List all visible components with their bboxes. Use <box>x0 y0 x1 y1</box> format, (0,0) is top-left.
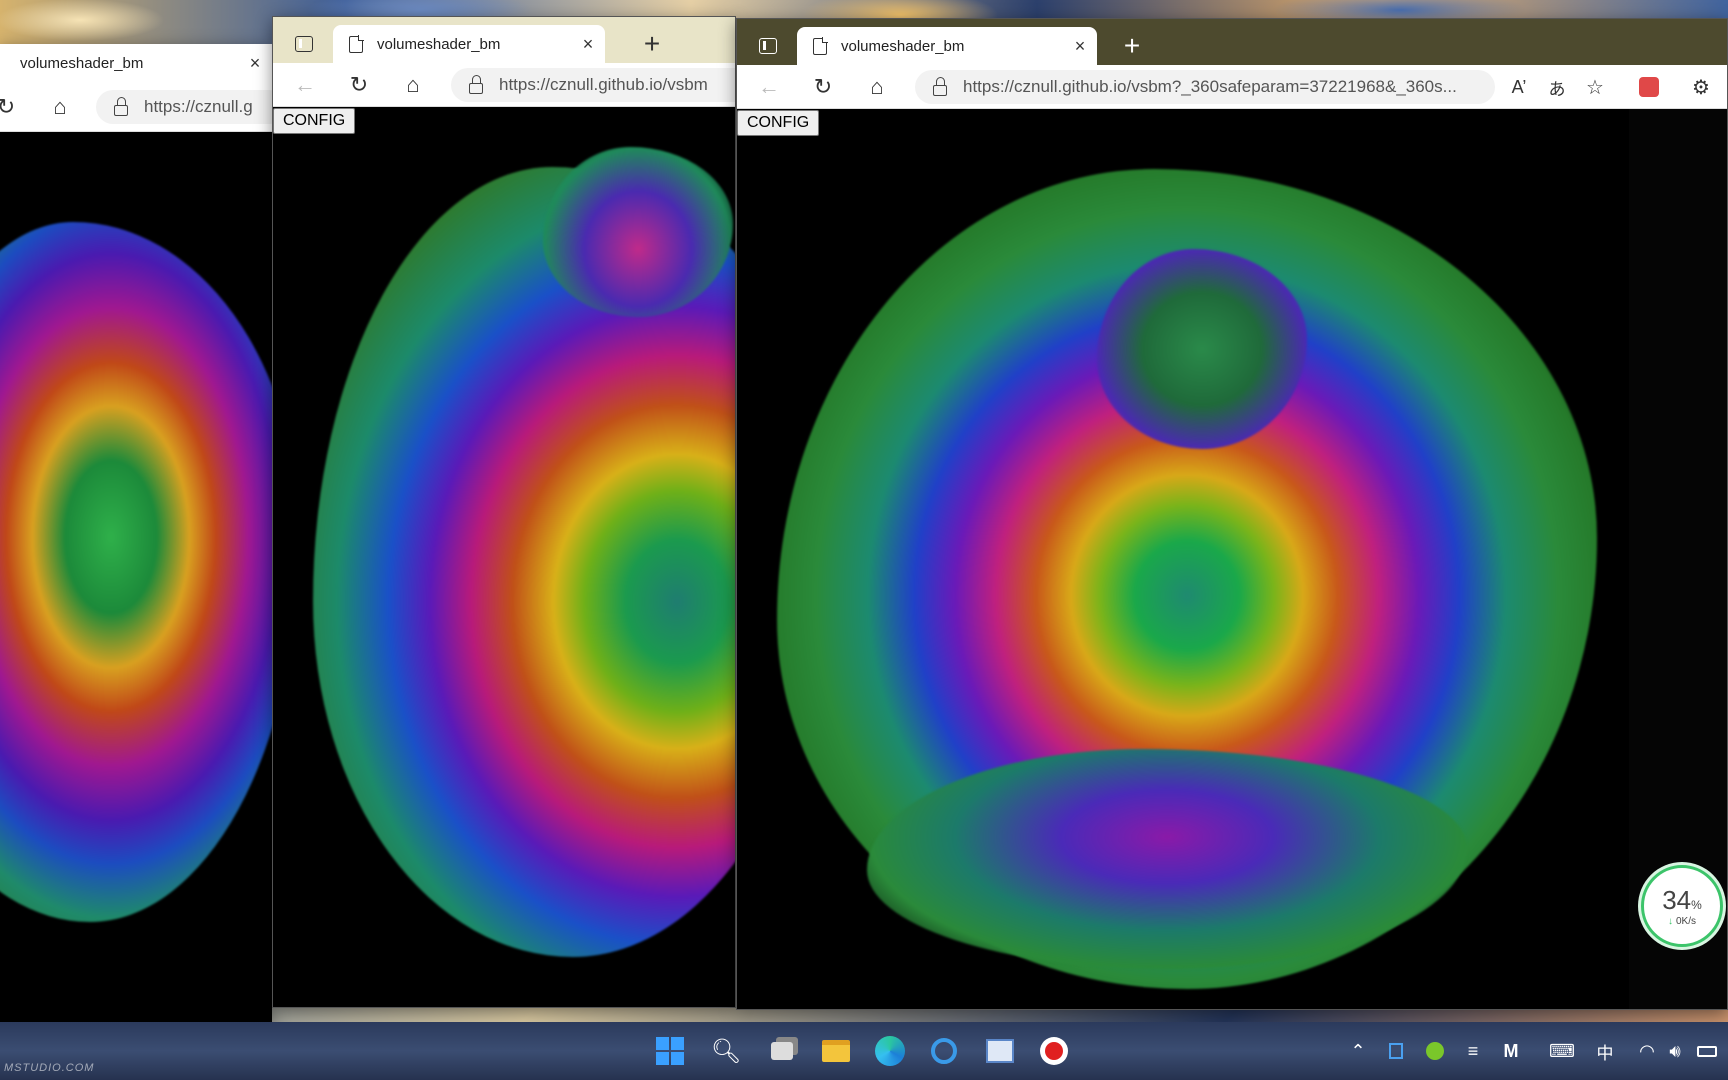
tab-title: volumeshader_bm <box>20 54 144 72</box>
refresh-icon[interactable]: ↻ <box>807 72 839 102</box>
address-text: https://cznull.g <box>144 97 253 116</box>
tray-gmail-icon[interactable]: M <box>1500 1039 1522 1063</box>
search-icon[interactable]: 🔍︎ <box>708 1033 744 1069</box>
address-text: https://cznull.github.io/vsbm <box>499 75 708 94</box>
extension-red-badge <box>1639 77 1659 97</box>
net-speed-row: ↓ 0K/s <box>1668 916 1696 927</box>
add-favorite-icon[interactable]: ☆ <box>1579 72 1611 102</box>
lock-icon <box>933 76 947 96</box>
webg-canvas-area: CONFIG 34 % ↓ 0K/s <box>737 109 1727 1009</box>
tray-green-glyph <box>1426 1042 1444 1060</box>
config-button[interactable]: CONFIG <box>273 108 356 134</box>
app-icon-search-blue[interactable] <box>926 1033 962 1069</box>
page-icon <box>349 34 364 53</box>
fractal-render <box>0 222 272 922</box>
tab-actions-icon <box>295 36 313 52</box>
network-monitor-widget[interactable]: 34 % ↓ 0K/s <box>1641 865 1723 947</box>
net-percent-row: 34 % <box>1662 885 1702 916</box>
tab-actions-button[interactable] <box>289 29 319 59</box>
extension-red-icon[interactable] <box>1633 72 1665 102</box>
task-view-icon[interactable] <box>764 1033 800 1069</box>
webgl-canvas[interactable]: CONFIG <box>737 109 1629 1009</box>
address-bar[interactable]: https://cznull.github.io/vsbm <box>451 68 735 102</box>
address-bar[interactable]: https://cznull.github.io/vsbm?_360safepa… <box>915 70 1495 104</box>
translate-icon[interactable]: あ <box>1541 72 1573 102</box>
folder-glyph <box>822 1040 850 1062</box>
tray-overflow-chevron-icon[interactable]: ⌃ <box>1348 1039 1368 1063</box>
lock-icon <box>114 96 128 116</box>
read-aloud-icon[interactable]: A’ <box>1503 72 1535 102</box>
browser-toolbar: ← ↻ ⌂ https://cznull.github.io/vsbm <box>273 63 735 107</box>
tray-app-icon-green[interactable] <box>1424 1039 1446 1063</box>
battery-icon[interactable] <box>1694 1039 1720 1063</box>
start-button[interactable] <box>652 1033 688 1069</box>
app-glyph-blue <box>931 1038 957 1064</box>
config-button[interactable]: CONFIG <box>737 110 820 136</box>
net-percent-unit: % <box>1691 898 1702 912</box>
net-percent: 34 <box>1662 885 1692 915</box>
windows-logo-icon <box>656 1037 684 1065</box>
back-icon[interactable]: ← <box>753 72 785 102</box>
back-icon[interactable]: ← <box>289 70 321 100</box>
tab-strip: volumeshader_bm × <box>0 44 272 82</box>
taskbar: 🔍︎ ⌃ ≡ M ⌨ 中 ◠ 🔊︎ <box>0 1022 1728 1080</box>
close-tab-icon[interactable]: × <box>571 34 605 55</box>
tab-strip: volumeshader_bm × + <box>737 19 1727 65</box>
ime-indicator[interactable]: 中 <box>1594 1039 1616 1063</box>
browser-toolbar: ↻ ⌂ https://cznull.g <box>0 82 272 132</box>
tab-volumeshader[interactable]: volumeshader_bm × <box>0 44 272 82</box>
tab-actions-button[interactable] <box>753 31 783 61</box>
home-icon[interactable]: ⌂ <box>397 70 429 100</box>
tray-blue-glyph <box>1389 1043 1403 1059</box>
app-icon-chart[interactable] <box>982 1033 1018 1069</box>
browser-window-middle: volumeshader_bm × + ← ↻ ⌂ https://cznull… <box>272 16 736 1008</box>
tab-actions-icon <box>759 38 777 54</box>
address-bar[interactable]: https://cznull.g <box>96 90 272 124</box>
tray-app-icon-blue[interactable] <box>1386 1039 1406 1063</box>
tab-strip: volumeshader_bm × + <box>273 17 735 63</box>
edge-glyph <box>875 1036 905 1066</box>
file-explorer-icon[interactable] <box>818 1033 854 1069</box>
edge-browser-icon[interactable] <box>872 1033 908 1069</box>
tab-volumeshader[interactable]: volumeshader_bm × <box>797 27 1097 65</box>
refresh-icon[interactable]: ↻ <box>0 92 22 122</box>
extensions-icon[interactable]: ⚙ <box>1685 72 1717 102</box>
home-icon[interactable]: ⌂ <box>44 92 76 122</box>
keyboard-icon[interactable]: ⌨ <box>1549 1039 1575 1063</box>
lock-icon <box>469 74 483 94</box>
task-view-glyph <box>771 1042 793 1060</box>
webgl-canvas[interactable] <box>0 132 272 1024</box>
browser-window-right: volumeshader_bm × + ← ↻ ⌂ https://cznull… <box>736 18 1728 1010</box>
browser-toolbar: ← ↻ ⌂ https://cznull.github.io/vsbm?_360… <box>737 65 1727 109</box>
down-arrow-icon: ↓ <box>1667 916 1673 927</box>
wifi-icon[interactable]: ◠ <box>1636 1039 1658 1063</box>
battery-glyph <box>1697 1045 1717 1057</box>
record-glyph <box>1040 1037 1068 1065</box>
volume-icon[interactable]: 🔊︎ <box>1664 1039 1686 1063</box>
tab-title: volumeshader_bm <box>841 37 965 55</box>
new-tab-button[interactable]: + <box>637 28 667 59</box>
net-speed: 0K/s <box>1675 916 1696 927</box>
browser-window-left: volumeshader_bm × ↻ ⌂ https://cznull.g <box>0 44 272 1024</box>
close-tab-icon[interactable]: × <box>1063 36 1097 57</box>
page-icon <box>813 36 828 55</box>
close-tab-icon[interactable]: × <box>238 53 272 74</box>
refresh-icon[interactable]: ↻ <box>343 70 375 100</box>
new-tab-button[interactable]: + <box>1117 30 1147 61</box>
home-icon[interactable]: ⌂ <box>861 72 893 102</box>
tab-title: volumeshader_bm <box>377 35 501 53</box>
webgl-canvas[interactable]: CONFIG <box>273 107 735 1007</box>
address-text: https://cznull.github.io/vsbm?_360safepa… <box>963 77 1457 96</box>
tray-settings-sliders-icon[interactable]: ≡ <box>1462 1039 1484 1063</box>
tab-volumeshader[interactable]: volumeshader_bm × <box>333 25 605 63</box>
screen-recorder-icon[interactable] <box>1036 1033 1072 1069</box>
app-glyph-chart <box>986 1039 1014 1063</box>
watermark: MSTUDIO.COM <box>4 1062 95 1074</box>
